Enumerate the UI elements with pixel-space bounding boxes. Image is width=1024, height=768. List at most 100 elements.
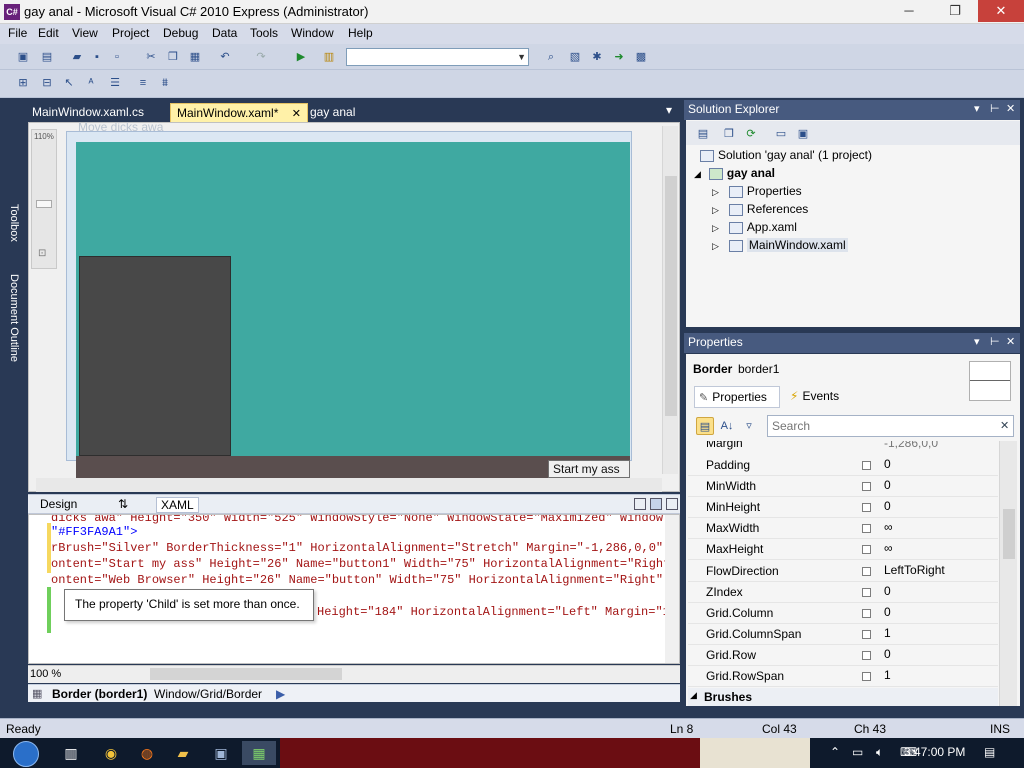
menu-edit[interactable]: Edit — [38, 26, 59, 40]
menu-data[interactable]: Data — [212, 26, 237, 40]
indent-icon[interactable]: ≡ — [134, 74, 152, 92]
text-format-icon[interactable]: ᴬ — [82, 74, 100, 92]
properties-icon[interactable]: ▤ — [694, 125, 712, 143]
project-node[interactable]: ◢ gay anal — [694, 166, 775, 180]
object-browser-icon[interactable]: ➜ — [610, 48, 628, 66]
tree-item-mainwindow-xaml[interactable]: ▷ MainWindow.xaml — [712, 238, 848, 252]
code-horizontal-scrollbar[interactable] — [150, 668, 342, 680]
view-designer-icon[interactable]: ▣ — [794, 125, 812, 143]
property-marker-icon[interactable] — [862, 630, 871, 639]
volume-icon[interactable]: 🔈︎ — [876, 745, 883, 760]
border-element[interactable] — [79, 256, 231, 456]
property-row[interactable]: Padding 0 — [688, 455, 998, 476]
prop-val[interactable]: 0 — [884, 584, 891, 598]
pin-icon[interactable]: ⊢ — [990, 335, 1000, 348]
pane-menu-icon[interactable]: ▾ — [974, 102, 980, 115]
close-tab-icon[interactable]: ✕ — [292, 108, 301, 120]
maximize-button[interactable]: ❐ — [932, 0, 978, 22]
solution-node[interactable]: Solution 'gay anal' (1 project) — [700, 148, 872, 162]
redo-icon[interactable]: ↷ — [252, 48, 270, 66]
cut-icon[interactable]: ✂ — [142, 48, 160, 66]
find-in-files-icon[interactable]: ▥ — [320, 48, 338, 66]
designer-horizontal-scrollbar[interactable] — [36, 478, 662, 492]
view-code-icon[interactable]: ▭ — [772, 125, 790, 143]
tree-item-references[interactable]: ▷ References — [712, 202, 808, 216]
property-row[interactable]: Grid.RowSpan 1 — [688, 666, 998, 687]
breadcrumb-path[interactable]: Window/Grid/Border — [154, 687, 262, 701]
property-row[interactable]: FlowDirection LeftToRight — [688, 561, 998, 582]
property-row[interactable]: Grid.ColumnSpan 1 — [688, 624, 998, 645]
task-view-icon[interactable]: ▥ — [54, 741, 88, 765]
toolbox-tab[interactable]: Toolbox — [2, 204, 20, 242]
pane-menu-icon[interactable]: ▾ — [974, 335, 980, 348]
swap-panes-icon[interactable]: ⇅ — [114, 497, 132, 513]
breadcrumb-element[interactable]: Border (border1) — [52, 687, 147, 701]
scroll-thumb[interactable] — [665, 176, 677, 416]
close-pane-icon[interactable]: ✕ — [1006, 335, 1015, 348]
refresh-icon[interactable]: ⟳ — [742, 125, 760, 143]
collapsed-arrow-icon[interactable]: ▷ — [712, 241, 719, 251]
vertical-split-icon[interactable] — [634, 498, 646, 510]
collapse-arrow-icon[interactable]: ◢ — [690, 690, 697, 701]
categorized-icon[interactable]: ▤ — [696, 417, 714, 435]
prop-val[interactable]: 0 — [884, 478, 891, 492]
properties-window-icon[interactable]: ✱ — [588, 48, 606, 66]
horizontal-split-icon[interactable] — [650, 498, 662, 510]
prop-val[interactable]: 0 — [884, 605, 891, 619]
menu-help[interactable]: Help — [348, 26, 373, 40]
network-icon[interactable]: ▭ — [852, 745, 863, 759]
menu-file[interactable]: File — [8, 26, 27, 40]
property-marker-icon[interactable] — [862, 503, 871, 512]
close-pane-icon[interactable]: ✕ — [1006, 102, 1015, 115]
minimize-button[interactable]: ─ — [886, 0, 932, 22]
property-row[interactable]: MinHeight 0 — [688, 497, 998, 518]
menu-project[interactable]: Project — [112, 26, 149, 40]
list-icon[interactable]: ☰ — [106, 74, 124, 92]
tab-properties[interactable]: ✎ Properties — [694, 386, 780, 408]
prop-val[interactable]: 0 — [884, 499, 891, 513]
alphabetical-icon[interactable]: A↓ — [718, 417, 736, 435]
property-marker-icon[interactable] — [862, 482, 871, 491]
collapsed-arrow-icon[interactable]: ▷ — [712, 187, 719, 197]
prop-val[interactable]: 0 — [884, 647, 891, 661]
start-button-preview[interactable]: Start my ass — [548, 460, 630, 478]
property-marker-icon[interactable] — [862, 545, 871, 554]
visual-csharp-taskbar-icon[interactable]: ▦ — [242, 741, 276, 765]
menu-tools[interactable]: Tools — [250, 26, 278, 40]
property-search-input[interactable] — [767, 415, 1014, 437]
clock[interactable]: 3:47:00 PM — [904, 745, 965, 759]
properties-scrollbar[interactable] — [999, 441, 1017, 706]
add-item-icon[interactable]: ▤ — [38, 48, 56, 66]
property-marker-icon[interactable] — [862, 524, 871, 533]
find-combo[interactable]: ▼ — [346, 48, 529, 66]
property-row[interactable]: MaxHeight ∞ — [688, 539, 998, 560]
pointer-icon[interactable]: ↖ — [60, 74, 78, 92]
show-all-files-icon[interactable]: ❐ — [720, 125, 738, 143]
tree-item-app-xaml[interactable]: ▷ App.xaml — [712, 220, 797, 234]
property-marker-icon[interactable] — [862, 567, 871, 576]
expand-arrow-icon[interactable]: ◢ — [694, 169, 701, 179]
save-all-icon[interactable]: ▫ — [108, 48, 126, 66]
category-brushes[interactable]: ◢ Brushes — [688, 688, 998, 706]
tab-gay-anal[interactable]: gay anal — [304, 103, 361, 123]
property-marker-icon[interactable] — [862, 672, 871, 681]
notifications-icon[interactable]: ▤ — [984, 745, 995, 759]
pin-icon[interactable]: ⊢ — [990, 102, 1000, 115]
prop-val[interactable]: ∞ — [884, 541, 893, 555]
file-explorer-icon[interactable]: ▰ — [166, 741, 200, 765]
tree-item-properties[interactable]: ▷ Properties — [712, 184, 802, 198]
paste-icon[interactable]: ▦ — [186, 48, 204, 66]
start-debugging-icon[interactable]: ▶ — [292, 48, 310, 66]
fit-icon[interactable]: ⊡ — [38, 248, 46, 259]
zoom-thumb[interactable] — [36, 200, 52, 208]
selected-border-element[interactable] — [76, 456, 630, 478]
scroll-thumb[interactable] — [1003, 509, 1015, 559]
clear-search-icon[interactable]: ✕ — [1000, 419, 1009, 432]
property-row[interactable]: ZIndex 0 — [688, 582, 998, 603]
show-hidden-icons-icon[interactable]: ⌃ — [830, 745, 840, 759]
start-button-icon[interactable] — [6, 741, 46, 767]
zoom-slider[interactable]: 110% ⊡ — [31, 129, 57, 269]
copy-icon[interactable]: ❐ — [164, 48, 182, 66]
firefox-icon[interactable]: ◍ — [130, 741, 164, 765]
zoom-dropdown[interactable]: 100 % — [30, 668, 61, 680]
